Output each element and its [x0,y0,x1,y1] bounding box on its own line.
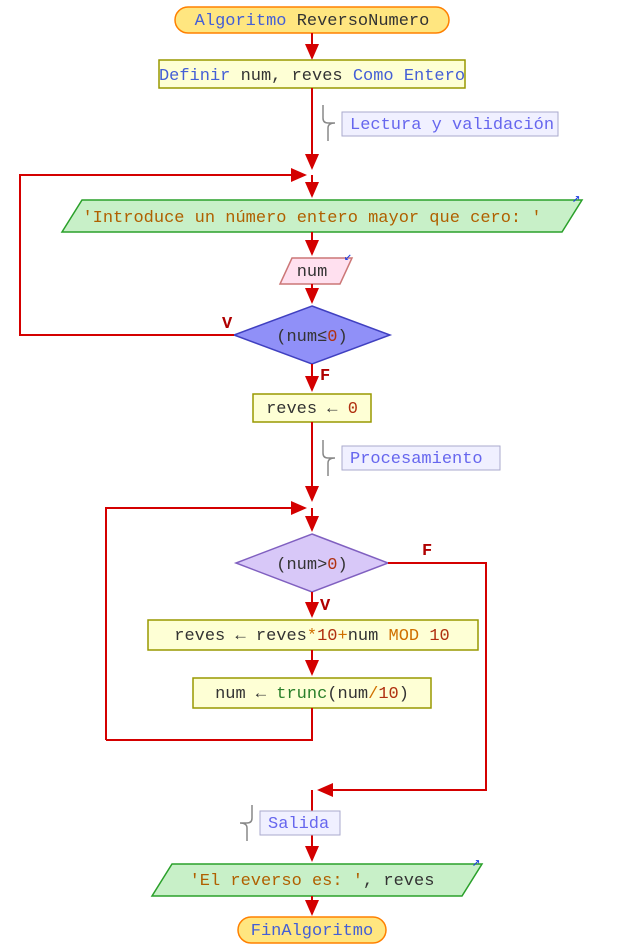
comment1-text: Lectura y validación [350,116,554,135]
a1-lhs: reves [174,627,225,646]
a2-argb: 10 [378,685,398,704]
c2-op: > [317,556,327,575]
a1-ten: 10 [317,627,337,646]
bracket-icon [323,440,335,476]
c2-open: ( [276,556,286,575]
def-kw2: Como [353,67,394,86]
svg-text:reves ← re: reves ← reves*10+num MOD 10 [174,627,449,646]
bracket-icon [240,805,252,841]
comment3-text: Salida [268,815,329,834]
arrow-loopback1 [20,175,305,320]
init-rhs: 0 [348,400,358,419]
a1-mod: MOD [389,627,420,646]
svg-text:num ← trun: num ← trunc(num/10) [215,685,409,704]
comment2-text: Procesamiento [350,450,483,469]
a1-star: * [307,627,317,646]
svg-text:(num>0): (num>0) [276,556,347,575]
decision-num-gt-0: (num>0) [236,534,388,592]
c2-val: 0 [327,556,337,575]
def-kw1: Definir [159,67,230,86]
a2-close: ) [399,685,409,704]
prompt-text: 'Introduce un número entero mayor que ce… [82,209,541,228]
start-terminal: Algoritmo ReversoNumero [175,7,449,33]
c2-var: num [286,556,317,575]
svg-text:(num≤0): (num≤0) [276,328,347,347]
label-V: V [222,315,233,334]
start-kw: Algoritmo [195,12,287,31]
comment-procesamiento: Procesamiento [342,446,500,470]
bracket-icon [323,105,335,141]
input-arrow-icon: ↙ [344,249,352,264]
label-F2: F [422,542,432,561]
output-arrow-icon: ↗ [472,855,480,871]
svg-text:reves ← 0: reves ← 0 [266,400,358,419]
end-terminal: FinAlgoritmo [238,917,386,943]
assign-reves-calc: reves ← reves*10+num MOD 10 [148,620,478,650]
a2-arga: num [338,685,369,704]
out-var: reves [383,872,434,891]
c1-var: num [286,328,317,347]
define-block: Definir num, reves Como Entero [159,60,465,88]
svg-text:'El reverso es: ', r: 'El reverso es: ', reves [190,872,435,891]
arrow-loop-bottom [106,708,312,740]
assign-reves-0: reves ← 0 [253,394,371,422]
init-arrow: ← [327,400,338,419]
c1-open: ( [276,328,286,347]
svg-text:Algoritmo ReversoNum: Algoritmo ReversoNumero [195,12,430,31]
a2-arrow: ← [256,685,267,704]
decision-num-le-0: (num≤0) [234,306,390,364]
input-text: num [297,263,328,282]
a1-plus: + [338,627,348,646]
def-type: Entero [404,67,465,86]
a1-num: num [348,627,379,646]
a2-open: ( [327,685,337,704]
assign-num-trunc: num ← trunc(num/10) [193,678,431,708]
a1-ra: reves [256,627,307,646]
svg-text:Definir num, reves: Definir num, reves Como Entero [159,67,465,86]
label-F: F [320,367,330,386]
io-input-num: num ↙ [280,249,352,284]
comment-salida: Salida [260,811,340,835]
a2-fn: trunc [276,685,327,704]
arrow-true-left [20,320,234,335]
out-comma: , [363,872,373,891]
c1-op: ≤ [317,328,327,347]
start-name: ReversoNumero [297,12,430,31]
c1-close: ) [338,328,348,347]
end-text: FinAlgoritmo [251,922,373,941]
a1-ten2: 10 [429,627,449,646]
def-vars: num, reves [241,67,343,86]
comment-lectura: Lectura y validación [342,112,558,136]
label-V2: V [320,597,331,616]
output-arrow-icon: ↗ [572,191,580,207]
a2-lhs: num [215,685,246,704]
a1-arrow: ← [235,627,246,646]
c1-val: 0 [327,328,337,347]
arrow-false-right [319,563,486,790]
init-lhs: reves [266,400,317,419]
flowchart-diagram: Algoritmo ReversoNumero Definir num, rev… [0,0,624,950]
c2-close: ) [338,556,348,575]
io-output-result: 'El reverso es: ', reves ↗ [152,855,482,896]
io-output-prompt: 'Introduce un número entero mayor que ce… [62,191,582,232]
a2-slash: / [368,685,378,704]
out-lit: 'El reverso es: ' [190,872,363,891]
